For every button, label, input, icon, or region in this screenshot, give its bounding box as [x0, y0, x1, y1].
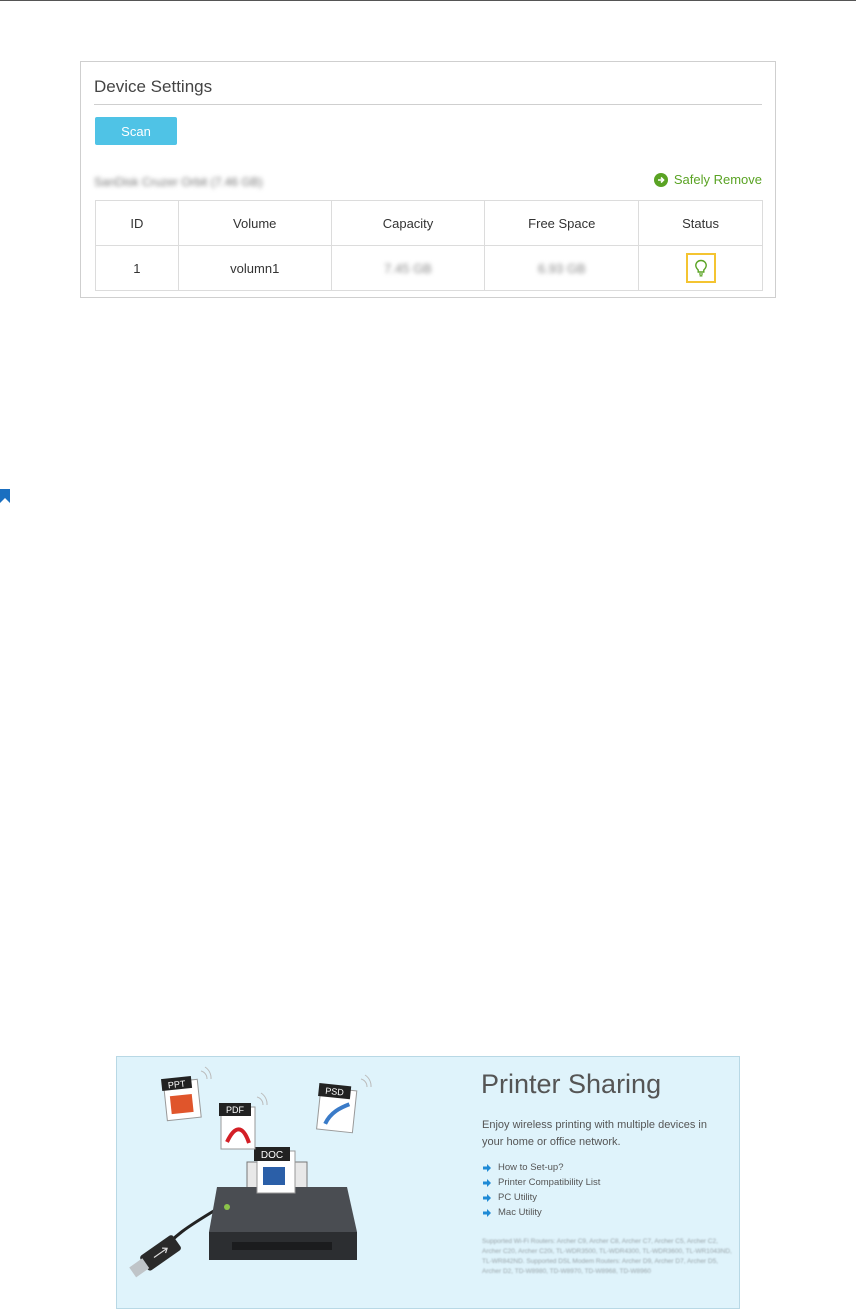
safely-remove-label: Safely Remove: [673, 172, 762, 187]
capacity-value: 7.45 GB: [384, 260, 432, 276]
cell-volume: volumn1: [177, 245, 332, 291]
header-free-space: Free Space: [484, 200, 640, 246]
header-id: ID: [95, 200, 179, 246]
title-divider: [94, 104, 762, 105]
printer-illustration: DOC PPT PDF PSD: [129, 1066, 372, 1278]
volume-table: ID Volume Capacity Free Space Status 1 v…: [95, 200, 763, 291]
cell-free-space: 6.93 GB: [484, 245, 640, 291]
header-volume: Volume: [177, 200, 332, 246]
link-mac-utility[interactable]: Mac Utility: [482, 1205, 600, 1220]
cell-capacity: 7.45 GB: [330, 245, 486, 291]
status-toggle[interactable]: [685, 253, 716, 283]
ppt-file-icon: PPT: [161, 1075, 202, 1122]
table-header-row: ID Volume Capacity Free Space Status: [95, 200, 763, 246]
psd-file-icon: PSD: [316, 1083, 358, 1134]
arrow-right-icon: [483, 1208, 491, 1217]
printer-sharing-banner: DOC PPT PDF PSD Printer Sharing Enjoy wi…: [116, 1056, 740, 1309]
arrow-right-icon: [483, 1163, 491, 1172]
arrow-right-icon: [483, 1178, 491, 1187]
cell-status: [638, 245, 763, 291]
supported-routers-text: Supported Wi-Fi Routers: Archer C9, Arch…: [482, 1238, 732, 1275]
eject-arrow-icon: [653, 172, 668, 187]
lightbulb-icon: [694, 259, 707, 277]
svg-text:DOC: DOC: [261, 1150, 283, 1161]
device-name: SanDisk Cruzer Orbit (7.46 GB): [94, 175, 263, 189]
printer-sharing-title: Printer Sharing: [481, 1069, 662, 1099]
svg-text:PSD: PSD: [325, 1086, 345, 1098]
arrow-right-icon: [483, 1193, 491, 1202]
svg-text:PPT: PPT: [167, 1079, 186, 1091]
page-top-rule: [0, 0, 856, 1]
pdf-file-icon: PDF: [219, 1103, 256, 1150]
safely-remove-button[interactable]: Safely Remove: [653, 172, 762, 187]
link-pc-utility[interactable]: PC Utility: [482, 1190, 600, 1205]
panel-title: Device Settings: [94, 77, 213, 96]
cell-id: 1: [95, 245, 179, 291]
device-settings-panel: Device Settings Scan SanDisk Cruzer Orbi…: [80, 61, 776, 298]
link-printer-compatibility[interactable]: Printer Compatibility List: [482, 1175, 600, 1190]
doc-file-icon: DOC: [254, 1147, 296, 1194]
bookmark-icon: [0, 489, 10, 503]
header-capacity: Capacity: [330, 200, 486, 246]
printer-sharing-links: How to Set-up? Printer Compatibility Lis…: [482, 1160, 600, 1220]
svg-text:PDF: PDF: [226, 1105, 245, 1115]
table-row: 1 volumn1 7.45 GB 6.93 GB: [95, 245, 763, 291]
link-how-to-setup[interactable]: How to Set-up?: [482, 1160, 600, 1175]
header-status: Status: [638, 200, 763, 246]
usb-plug-icon: [129, 1235, 181, 1278]
printer-sharing-description: Enjoy wireless printing with multiple de…: [482, 1119, 707, 1148]
scan-button[interactable]: Scan: [95, 117, 177, 145]
free-space-value: 6.93 GB: [537, 260, 586, 276]
